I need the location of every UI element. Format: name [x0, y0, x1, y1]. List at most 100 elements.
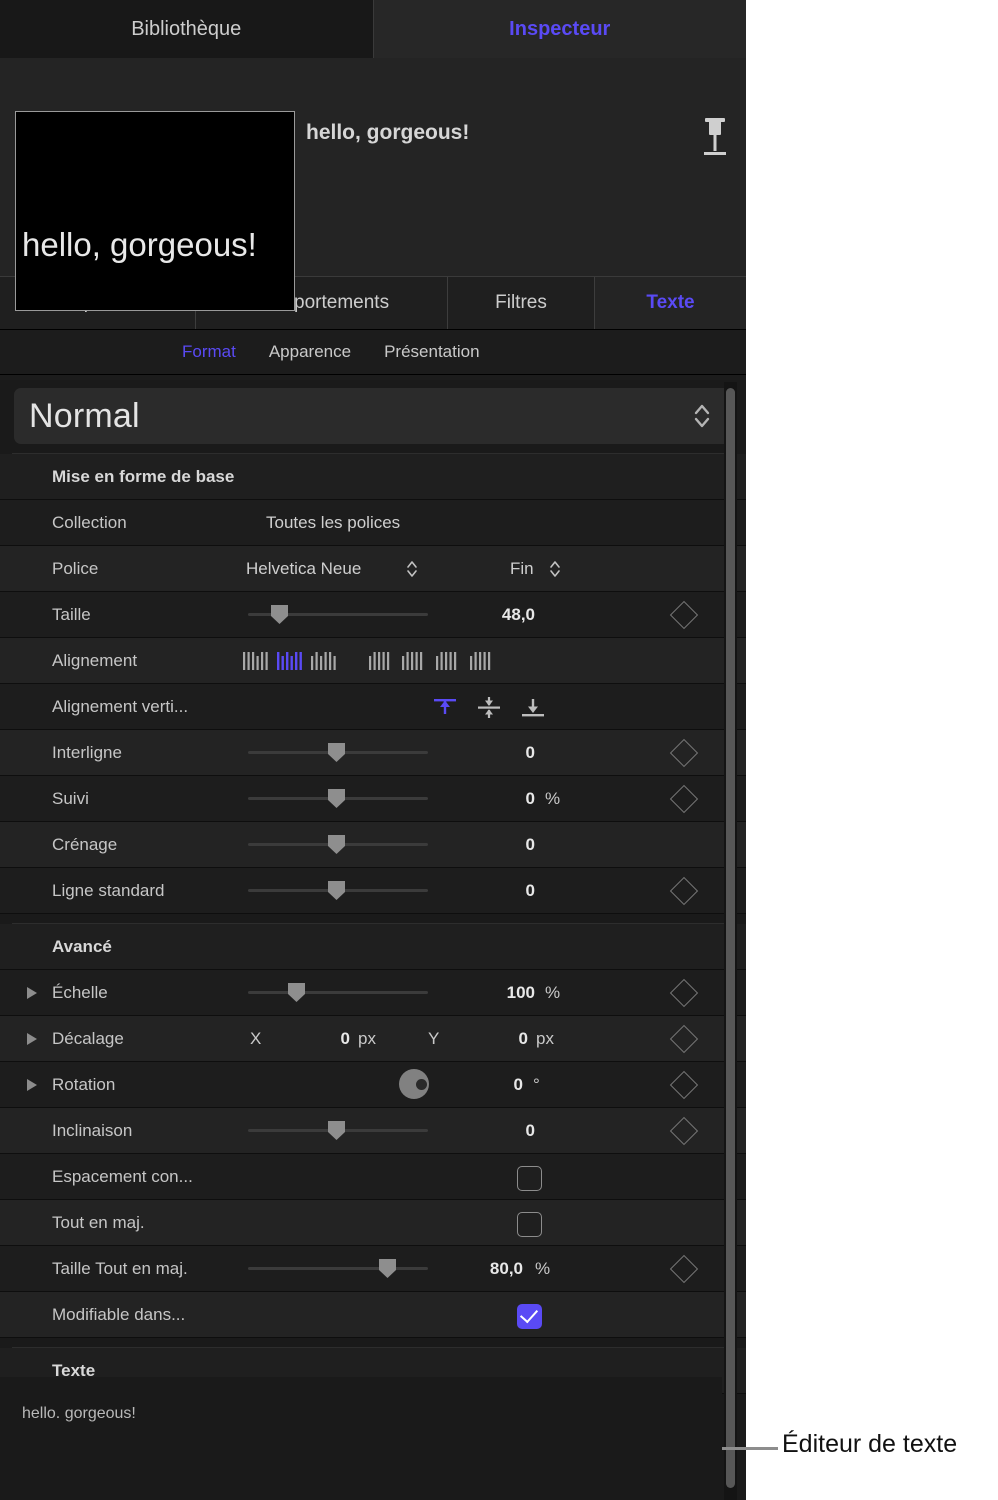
row-taille[interactable]: Taille 48,0: [0, 592, 746, 638]
align-justify-last-center-icon[interactable]: [274, 647, 304, 675]
interligne-keyframe-icon[interactable]: [670, 739, 698, 767]
row-rotation[interactable]: Rotation 0 °: [0, 1062, 746, 1108]
style-popup-button[interactable]: Normal: [14, 388, 732, 444]
espacement-checkbox[interactable]: [517, 1166, 542, 1191]
subtab-apparence[interactable]: Apparence: [269, 342, 351, 362]
align-right-icon[interactable]: [432, 647, 462, 675]
row-modifiable[interactable]: Modifiable dans...: [0, 1292, 746, 1338]
decalage-keyframe-icon[interactable]: [670, 1025, 698, 1053]
tab-bibliotheque[interactable]: Bibliothèque: [0, 0, 374, 58]
valign-bottom-icon[interactable]: [518, 693, 548, 721]
subtab-format[interactable]: Format: [182, 342, 236, 362]
suivi-slider[interactable]: [248, 797, 428, 800]
row-alignement-label: Alignement: [52, 651, 137, 671]
suivi-value[interactable]: 0: [440, 789, 535, 809]
align-justify-last-left-icon[interactable]: [240, 647, 270, 675]
crenage-slider[interactable]: [248, 843, 428, 846]
taille-tout-en-maj-keyframe-icon[interactable]: [670, 1255, 698, 1283]
interligne-value[interactable]: 0: [440, 743, 535, 763]
suivi-keyframe-icon[interactable]: [670, 785, 698, 813]
inclinaison-keyframe-icon[interactable]: [670, 1117, 698, 1145]
inclinaison-value[interactable]: 0: [440, 1121, 535, 1141]
row-inclinaison[interactable]: Inclinaison 0: [0, 1108, 746, 1154]
row-echelle[interactable]: Échelle 100 %: [0, 970, 746, 1016]
tab-filtres[interactable]: Filtres: [448, 277, 595, 329]
echelle-slider-thumb[interactable]: [288, 983, 305, 1002]
text-editor-content[interactable]: hello. gorgeous!: [22, 1405, 136, 1423]
align-justify-icon[interactable]: [466, 647, 496, 675]
disclosure-triangle-echelle-icon[interactable]: [27, 987, 37, 999]
row-suivi[interactable]: Suivi 0 %: [0, 776, 746, 822]
row-ligne-standard[interactable]: Ligne standard 0: [0, 868, 746, 914]
inclinaison-slider[interactable]: [248, 1129, 428, 1132]
vertical-scrollbar[interactable]: [724, 382, 737, 1500]
echelle-keyframe-icon[interactable]: [670, 979, 698, 1007]
crenage-slider-thumb[interactable]: [328, 835, 345, 854]
align-left-icon[interactable]: [364, 647, 394, 675]
taille-keyframe-icon[interactable]: [670, 601, 698, 629]
taille-tout-en-maj-value[interactable]: 80,0: [428, 1259, 523, 1279]
row-espacement[interactable]: Espacement con...: [0, 1154, 746, 1200]
row-tout-en-maj[interactable]: Tout en maj.: [0, 1200, 746, 1246]
inclinaison-slider-thumb[interactable]: [328, 1121, 345, 1140]
decalage-y-value[interactable]: 0: [463, 1029, 528, 1049]
page-title: hello, gorgeous!: [306, 121, 469, 145]
scrollbar-thumb[interactable]: [726, 388, 735, 1488]
collection-value[interactable]: Toutes les polices: [266, 513, 400, 533]
taille-slider[interactable]: [248, 613, 428, 616]
subtab-presentation[interactable]: Présentation: [384, 342, 479, 362]
taille-tout-en-maj-slider-thumb[interactable]: [379, 1259, 396, 1278]
valign-button-group: [430, 693, 562, 721]
row-interligne[interactable]: Interligne 0: [0, 730, 746, 776]
disclosure-triangle-decalage-icon[interactable]: [27, 1033, 37, 1045]
inspector-scroll-area: Normal Mise en forme de base Collection …: [0, 380, 746, 1500]
pushpin-icon[interactable]: [698, 116, 732, 164]
row-crenage-label: Crénage: [52, 835, 117, 855]
valign-middle-icon[interactable]: [474, 693, 504, 721]
row-crenage[interactable]: Crénage 0: [0, 822, 746, 868]
tab-inspecteur[interactable]: Inspecteur: [374, 0, 747, 58]
ligne-standard-value[interactable]: 0: [440, 881, 535, 901]
sub-tab-bar: Format Apparence Présentation: [0, 330, 746, 375]
font-family-chevron-icon[interactable]: [406, 559, 418, 584]
tout-en-maj-checkbox[interactable]: [517, 1212, 542, 1237]
row-decalage[interactable]: Décalage X 0 px Y 0 px: [0, 1016, 746, 1062]
suivi-slider-thumb[interactable]: [328, 789, 345, 808]
rotation-keyframe-icon[interactable]: [670, 1071, 698, 1099]
row-police[interactable]: Police Helvetica Neue Fin: [0, 546, 746, 592]
tab-filtres-label: Filtres: [495, 292, 547, 314]
tab-texte[interactable]: Texte: [595, 277, 746, 329]
row-rotation-label: Rotation: [52, 1075, 115, 1095]
echelle-slider[interactable]: [248, 991, 428, 994]
row-collection[interactable]: Collection Toutes les polices: [0, 500, 746, 546]
interligne-slider-thumb[interactable]: [328, 743, 345, 762]
modifiable-checkbox[interactable]: [517, 1304, 542, 1329]
echelle-value[interactable]: 100: [440, 983, 535, 1003]
rotation-unit: °: [533, 1075, 540, 1095]
layer-thumbnail[interactable]: hello, gorgeous!: [15, 111, 295, 311]
ligne-standard-slider-thumb[interactable]: [328, 881, 345, 900]
decalage-x-value[interactable]: 0: [285, 1029, 350, 1049]
style-popup-value: Normal: [14, 397, 140, 436]
row-alignement-vertical[interactable]: Alignement verti...: [0, 684, 746, 730]
rotation-value[interactable]: 0: [450, 1075, 523, 1095]
taille-tout-en-maj-slider[interactable]: [248, 1267, 428, 1270]
align-center-icon[interactable]: [398, 647, 428, 675]
text-editor-field[interactable]: hello. gorgeous!: [0, 1377, 722, 1500]
interligne-slider[interactable]: [248, 751, 428, 754]
row-taille-tout-en-maj[interactable]: Taille Tout en maj. 80,0 %: [0, 1246, 746, 1292]
taille-slider-thumb[interactable]: [271, 605, 288, 624]
crenage-value[interactable]: 0: [440, 835, 535, 855]
row-alignement[interactable]: Alignement: [0, 638, 746, 684]
align-justify-last-right-icon[interactable]: [308, 647, 338, 675]
decalage-x-unit: px: [358, 1029, 376, 1049]
ligne-standard-keyframe-icon[interactable]: [670, 877, 698, 905]
ligne-standard-slider[interactable]: [248, 889, 428, 892]
font-family-value[interactable]: Helvetica Neue: [246, 559, 361, 579]
disclosure-triangle-rotation-icon[interactable]: [27, 1079, 37, 1091]
rotation-dial[interactable]: [399, 1069, 429, 1099]
taille-value[interactable]: 48,0: [440, 605, 535, 625]
font-weight-value[interactable]: Fin: [510, 559, 534, 579]
valign-top-icon[interactable]: [430, 693, 460, 721]
font-weight-chevron-icon[interactable]: [549, 559, 561, 584]
